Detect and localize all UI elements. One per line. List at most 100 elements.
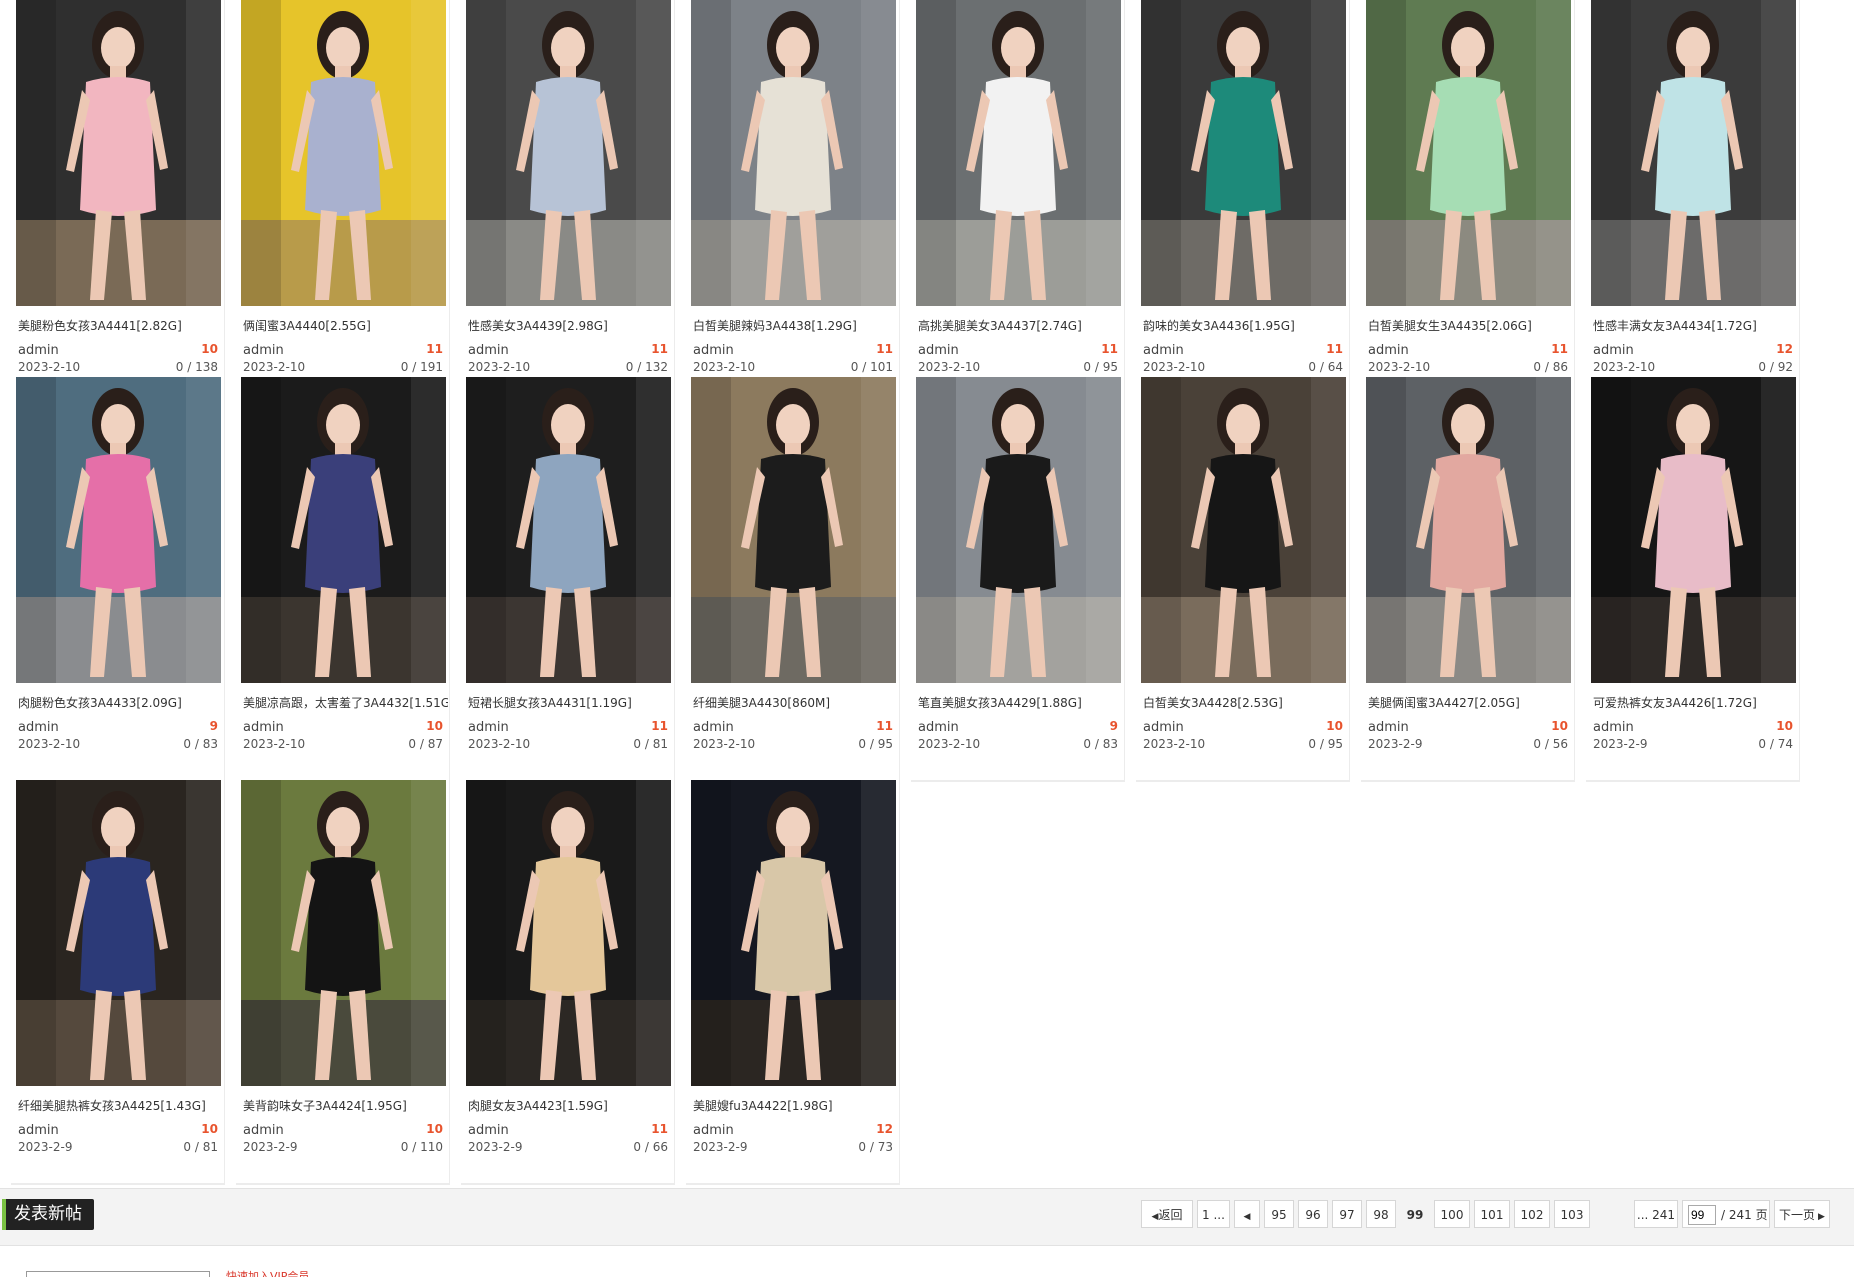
last-page-link[interactable]: ... 241 xyxy=(1634,1200,1678,1228)
thread-thumbnail[interactable] xyxy=(1366,0,1571,306)
page-link[interactable]: 97 xyxy=(1332,1200,1362,1228)
page-link[interactable]: 96 xyxy=(1298,1200,1328,1228)
thread-card[interactable]: 可爱热裤女友3A4426[1.72G] admin 10 2023-2-9 0 / 74 xyxy=(1586,377,1800,782)
thread-author[interactable]: admin xyxy=(18,1123,59,1138)
thread-thumbnail[interactable] xyxy=(1141,0,1346,306)
thread-thumbnail[interactable] xyxy=(16,0,221,306)
thread-card[interactable]: 高挑美腿美女3A4437[2.74G] admin 11 2023-2-10 0 / 9… xyxy=(911,0,1125,405)
thread-author[interactable]: admin xyxy=(1593,720,1634,735)
page-link[interactable]: 100 xyxy=(1434,1200,1470,1228)
thread-card[interactable]: 白皙美腿辣妈3A4438[1.29G] admin 11 2023-2-10 0 / 1… xyxy=(686,0,900,405)
thread-author[interactable]: admin xyxy=(918,343,959,358)
thread-author[interactable]: admin xyxy=(693,343,734,358)
thread-thumbnail[interactable] xyxy=(466,377,671,683)
thread-thumbnail[interactable] xyxy=(1591,377,1796,683)
prev-page-button[interactable]: ◀ xyxy=(1234,1200,1260,1228)
thread-thumbnail[interactable] xyxy=(691,377,896,683)
thread-thumbnail[interactable] xyxy=(16,377,221,683)
thread-title[interactable]: 美腿凉高跟，太害羞了3A4432[1.51G] xyxy=(243,694,448,711)
thread-author[interactable]: admin xyxy=(468,720,509,735)
next-page-button[interactable]: 下一页 ▶ xyxy=(1774,1200,1830,1228)
thread-card[interactable]: 肉腿女友3A4423[1.59G] admin 11 2023-2-9 0 / 66 xyxy=(461,780,675,1185)
page-link[interactable]: 102 xyxy=(1514,1200,1550,1228)
thread-thumbnail[interactable] xyxy=(1591,0,1796,306)
thread-title[interactable]: 美腿粉色女孩3A4441[2.82G] xyxy=(18,317,223,334)
page-link[interactable]: 101 xyxy=(1474,1200,1510,1228)
thread-title[interactable]: 肉腿粉色女孩3A4433[2.09G] xyxy=(18,694,223,711)
thread-thumbnail[interactable] xyxy=(1366,377,1571,683)
thread-author[interactable]: admin xyxy=(1593,343,1634,358)
thread-thumbnail[interactable] xyxy=(1141,377,1346,683)
thread-title[interactable]: 高挑美腿美女3A4437[2.74G] xyxy=(918,317,1123,334)
thread-author[interactable]: admin xyxy=(18,720,59,735)
thread-card[interactable]: 韵味的美女3A4436[1.95G] admin 11 2023-2-10 0 / 64 xyxy=(1136,0,1350,405)
thread-card[interactable]: 白皙美腿女生3A4435[2.06G] admin 11 2023-2-10 0 / 8… xyxy=(1361,0,1575,405)
thread-thumbnail[interactable] xyxy=(691,0,896,306)
current-page[interactable]: 99 xyxy=(1400,1200,1430,1228)
thread-card[interactable]: 美腿粉色女孩3A4441[2.82G] admin 10 2023-2-10 0 / 1… xyxy=(11,0,225,405)
thread-card[interactable]: 性感丰满女友3A4434[1.72G] admin 12 2023-2-10 0 / 9… xyxy=(1586,0,1800,405)
thread-author[interactable]: admin xyxy=(918,720,959,735)
thread-author[interactable]: admin xyxy=(693,1123,734,1138)
thread-title[interactable]: 美腿俩闺蜜3A4427[2.05G] xyxy=(1368,694,1573,711)
page-link[interactable]: 95 xyxy=(1264,1200,1294,1228)
thread-thumbnail[interactable] xyxy=(466,0,671,306)
page-link[interactable]: 103 xyxy=(1554,1200,1590,1228)
back-button[interactable]: ◀返回 xyxy=(1141,1200,1193,1228)
thread-card[interactable]: 俩闺蜜3A4440[2.55G] admin 11 2023-2-10 0 / 191 xyxy=(236,0,450,405)
thread-author[interactable]: admin xyxy=(243,343,284,358)
thread-title[interactable]: 可爱热裤女友3A4426[1.72G] xyxy=(1593,694,1798,711)
thread-title[interactable]: 纤细美腿3A4430[860M] xyxy=(693,694,898,711)
thread-card[interactable]: 美腿凉高跟，太害羞了3A4432[1.51G] admin 10 2023-2-10 0… xyxy=(236,377,450,782)
reply-count: 11 xyxy=(876,719,893,733)
thread-thumbnail[interactable] xyxy=(16,780,221,1086)
thread-title[interactable]: 肉腿女友3A4423[1.59G] xyxy=(468,1097,673,1114)
thread-author[interactable]: admin xyxy=(1368,720,1409,735)
thread-title[interactable]: 纤细美腿热裤女孩3A4425[1.43G] xyxy=(18,1097,223,1114)
thread-card[interactable]: 性感美女3A4439[2.98G] admin 11 2023-2-10 0 / 132 xyxy=(461,0,675,405)
thread-card[interactable]: 美背韵味女子3A4424[1.95G] admin 10 2023-2-9 0 / 11… xyxy=(236,780,450,1185)
thread-author[interactable]: admin xyxy=(18,343,59,358)
view-count: 0 / 101 xyxy=(850,360,893,374)
thread-author[interactable]: admin xyxy=(243,1123,284,1138)
thread-title[interactable]: 美腿嫂fu3A4422[1.98G] xyxy=(693,1097,898,1114)
thread-author[interactable]: admin xyxy=(1143,343,1184,358)
first-page-link[interactable]: 1 ... xyxy=(1197,1200,1230,1228)
thread-card[interactable]: 美腿嫂fu3A4422[1.98G] admin 12 2023-2-9 0 / 73 xyxy=(686,780,900,1185)
thread-author[interactable]: admin xyxy=(468,1123,509,1138)
thread-thumbnail[interactable] xyxy=(916,377,1121,683)
new-post-button[interactable]: 发表新帖 xyxy=(2,1199,94,1230)
thread-card[interactable]: 纤细美腿3A4430[860M] admin 11 2023-2-10 0 / 95 xyxy=(686,377,900,782)
thread-title[interactable]: 韵味的美女3A4436[1.95G] xyxy=(1143,317,1348,334)
next-label: 下一页 xyxy=(1779,1208,1816,1222)
thread-title[interactable]: 美背韵味女子3A4424[1.95G] xyxy=(243,1097,448,1114)
thread-card[interactable]: 笔直美腿女孩3A4429[1.88G] admin 9 2023-2-10 0 / 83 xyxy=(911,377,1125,782)
footer-vip-link[interactable]: 快速加入VIP会员 xyxy=(226,1268,309,1277)
thread-thumbnail[interactable] xyxy=(916,0,1121,306)
thread-thumbnail[interactable] xyxy=(691,780,896,1086)
thread-thumbnail[interactable] xyxy=(241,377,446,683)
thread-card[interactable]: 美腿俩闺蜜3A4427[2.05G] admin 10 2023-2-9 0 / 56 xyxy=(1361,377,1575,782)
thread-author[interactable]: admin xyxy=(693,720,734,735)
thread-author[interactable]: admin xyxy=(1368,343,1409,358)
thread-title[interactable]: 性感美女3A4439[2.98G] xyxy=(468,317,673,334)
thread-title[interactable]: 性感丰满女友3A4434[1.72G] xyxy=(1593,317,1798,334)
thread-title[interactable]: 短裙长腿女孩3A4431[1.19G] xyxy=(468,694,673,711)
thread-title[interactable]: 白皙美腿女生3A4435[2.06G] xyxy=(1368,317,1573,334)
thread-title[interactable]: 白皙美腿辣妈3A4438[1.29G] xyxy=(693,317,898,334)
thread-card[interactable]: 白皙美女3A4428[2.53G] admin 10 2023-2-10 0 / 95 xyxy=(1136,377,1350,782)
thread-title[interactable]: 白皙美女3A4428[2.53G] xyxy=(1143,694,1348,711)
thread-thumbnail[interactable] xyxy=(241,0,446,306)
thread-card[interactable]: 肉腿粉色女孩3A4433[2.09G] admin 9 2023-2-10 0 / 83 xyxy=(11,377,225,782)
thread-author[interactable]: admin xyxy=(243,720,284,735)
thread-author[interactable]: admin xyxy=(1143,720,1184,735)
thread-card[interactable]: 纤细美腿热裤女孩3A4425[1.43G] admin 10 2023-2-9 0 / … xyxy=(11,780,225,1185)
thread-author[interactable]: admin xyxy=(468,343,509,358)
thread-card[interactable]: 短裙长腿女孩3A4431[1.19G] admin 11 2023-2-10 0 / 8… xyxy=(461,377,675,782)
thread-title[interactable]: 俩闺蜜3A4440[2.55G] xyxy=(243,317,448,334)
thread-title[interactable]: 笔直美腿女孩3A4429[1.88G] xyxy=(918,694,1123,711)
page-number-input[interactable] xyxy=(1688,1205,1716,1225)
thread-thumbnail[interactable] xyxy=(466,780,671,1086)
thread-thumbnail[interactable] xyxy=(241,780,446,1086)
page-link[interactable]: 98 xyxy=(1366,1200,1396,1228)
